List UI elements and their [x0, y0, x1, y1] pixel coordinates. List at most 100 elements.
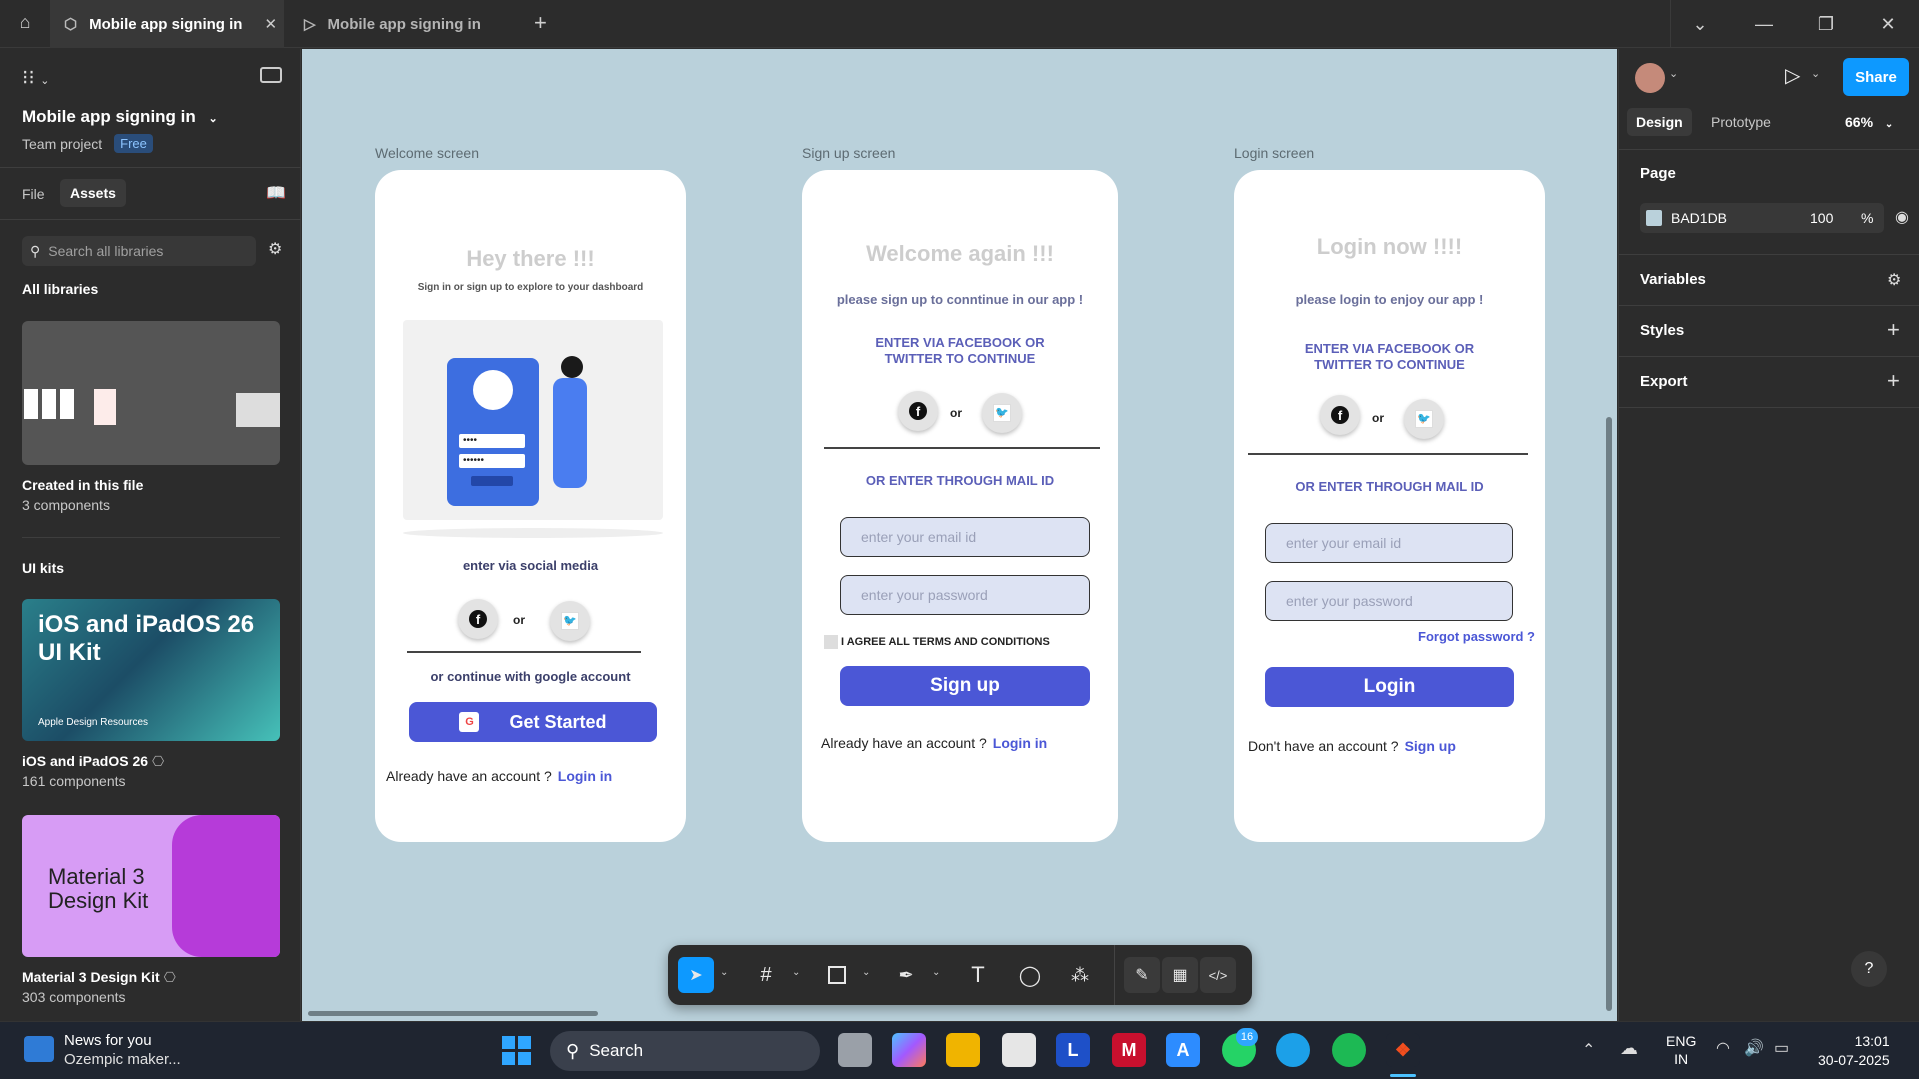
twitter-button[interactable]: 🐦: [982, 393, 1022, 433]
close-tab-icon[interactable]: ✕: [264, 15, 277, 33]
edge-icon[interactable]: [1276, 1033, 1310, 1067]
chevron-down-icon[interactable]: ⌄: [862, 967, 870, 978]
news-subtitle[interactable]: Ozempic maker...: [64, 1051, 181, 1068]
battery-icon[interactable]: ▭: [1774, 1038, 1789, 1058]
text-tool-icon[interactable]: T: [960, 957, 996, 993]
password-field[interactable]: enter your password: [1265, 581, 1513, 621]
signup-screen-frame[interactable]: Welcome again !!! please sign up to conn…: [802, 170, 1118, 842]
ios-kit-thumbnail[interactable]: iOS and iPadOS 26 UI Kit Apple Design Re…: [22, 599, 280, 741]
share-button[interactable]: Share: [1843, 58, 1909, 96]
close-icon[interactable]: ✕: [1876, 12, 1900, 36]
task-view-icon[interactable]: [838, 1033, 872, 1067]
chevron-down-icon[interactable]: ⌄: [932, 967, 940, 978]
dev-mode-icon[interactable]: </>: [1200, 957, 1236, 993]
tab-file[interactable]: File: [22, 186, 45, 202]
twitter-button[interactable]: 🐦: [550, 601, 590, 641]
password-field[interactable]: enter your password: [840, 575, 1090, 615]
terms-checkbox[interactable]: [824, 635, 838, 649]
frame-label-login[interactable]: Login screen: [1234, 145, 1314, 161]
file-title[interactable]: Mobile app signing in ⌄: [22, 107, 218, 127]
new-tab-icon[interactable]: +: [534, 10, 558, 38]
signup-link[interactable]: Sign up: [1405, 738, 1456, 754]
design-canvas[interactable]: Welcome screen Hey there !!! Sign in or …: [302, 49, 1617, 1021]
avatar[interactable]: [1635, 63, 1665, 93]
login-link[interactable]: Login in: [558, 768, 612, 784]
app-icon[interactable]: A: [1166, 1033, 1200, 1067]
page-color-hex[interactable]: BAD1DB: [1671, 210, 1727, 226]
spotify-icon[interactable]: [1332, 1033, 1366, 1067]
signup-button[interactable]: Sign up: [840, 666, 1090, 706]
help-button[interactable]: ?: [1851, 951, 1887, 987]
color-swatch[interactable]: [1646, 210, 1662, 226]
minimize-icon[interactable]: —: [1752, 12, 1776, 36]
frame-label-welcome[interactable]: Welcome screen: [375, 145, 479, 161]
actions-icon[interactable]: ⁂: [1062, 957, 1098, 993]
add-export-icon[interactable]: +: [1887, 368, 1900, 394]
rectangle-tool-icon[interactable]: [819, 957, 855, 993]
get-started-button[interactable]: G Get Started: [409, 702, 657, 742]
twitter-button[interactable]: 🐦: [1404, 399, 1444, 439]
frame-tool-icon[interactable]: #: [748, 957, 784, 993]
email-field[interactable]: enter your email id: [840, 517, 1090, 557]
zoom-level[interactable]: 66% ⌄: [1845, 114, 1893, 130]
news-title[interactable]: News for you: [64, 1032, 152, 1049]
design-mode-icon[interactable]: ▦: [1162, 957, 1198, 993]
taskbar-search[interactable]: ⚲ Search: [550, 1031, 820, 1071]
store-icon[interactable]: [1002, 1033, 1036, 1067]
login-screen-frame[interactable]: Login now !!!! please login to enjoy our…: [1234, 170, 1545, 842]
news-icon[interactable]: [24, 1036, 54, 1062]
file-explorer-icon[interactable]: [946, 1033, 980, 1067]
chevron-down-icon[interactable]: ⌄: [792, 967, 800, 978]
created-file-thumbnail[interactable]: [22, 321, 280, 465]
variables-heading[interactable]: Variables: [1640, 271, 1706, 288]
page-color-field[interactable]: BAD1DB 100 %: [1640, 203, 1884, 233]
vertical-scrollbar[interactable]: [1606, 417, 1612, 1011]
tab-prototype[interactable]: ▷ Mobile app signing in: [290, 0, 520, 48]
horizontal-scrollbar[interactable]: [308, 1011, 598, 1016]
chevron-down-icon[interactable]: ⌄: [1669, 67, 1678, 80]
tab-prototype[interactable]: Prototype: [1711, 114, 1771, 130]
present-play-icon[interactable]: ▷: [1785, 63, 1800, 88]
search-input[interactable]: ⚲ Search all libraries: [22, 236, 256, 266]
variables-settings-icon[interactable]: ⚙: [1887, 270, 1901, 290]
filter-icon[interactable]: ⚙: [268, 239, 282, 259]
restore-icon[interactable]: ❐: [1814, 12, 1838, 36]
chevron-down-icon[interactable]: ⌄: [1811, 67, 1820, 80]
comment-tool-icon[interactable]: ◯: [1012, 957, 1048, 993]
forgot-password-link[interactable]: Forgot password ?: [1418, 629, 1535, 644]
move-tool-icon[interactable]: ➤: [678, 957, 714, 993]
login-button[interactable]: Login: [1265, 667, 1514, 707]
facebook-button[interactable]: f: [898, 391, 938, 431]
facebook-button[interactable]: f: [1320, 395, 1360, 435]
chevron-down-icon[interactable]: ⌄: [1688, 12, 1712, 36]
figma-icon[interactable]: ❖: [1386, 1033, 1420, 1067]
onedrive-icon[interactable]: ☁: [1620, 1038, 1638, 1059]
tab-design[interactable]: Design: [1627, 108, 1692, 136]
draw-mode-icon[interactable]: ✎: [1124, 957, 1160, 993]
volume-icon[interactable]: 🔊: [1744, 1038, 1764, 1058]
wifi-icon[interactable]: ◠: [1716, 1038, 1730, 1058]
clock[interactable]: 13:01 30-07-2025: [1818, 1032, 1890, 1070]
tab-assets[interactable]: Assets: [60, 179, 126, 207]
chevron-up-icon[interactable]: ⌃: [1582, 1040, 1595, 1060]
opacity-value[interactable]: 100: [1810, 210, 1833, 226]
windows-start-icon[interactable]: [502, 1036, 532, 1066]
library-book-icon[interactable]: 📖: [266, 183, 286, 203]
add-style-icon[interactable]: +: [1887, 317, 1900, 343]
language-indicator[interactable]: ENG IN: [1666, 1032, 1696, 1068]
figma-menu-icon[interactable]: ⁝⁝ ⌄: [22, 65, 50, 90]
frame-label-signup[interactable]: Sign up screen: [802, 145, 895, 161]
eye-icon[interactable]: ◉: [1895, 207, 1909, 227]
mcafee-icon[interactable]: M: [1112, 1033, 1146, 1067]
l-app-icon[interactable]: L: [1056, 1033, 1090, 1067]
facebook-button[interactable]: f: [458, 599, 498, 639]
material-kit-thumbnail[interactable]: Material 3 Design Kit: [22, 815, 280, 957]
chevron-down-icon[interactable]: ⌄: [720, 967, 728, 978]
pen-tool-icon[interactable]: ✒: [888, 957, 924, 993]
tab-file-active[interactable]: ⬡ Mobile app signing in ✕: [50, 0, 284, 48]
copilot-icon[interactable]: [892, 1033, 926, 1067]
panel-toggle-icon[interactable]: [260, 67, 282, 83]
home-icon[interactable]: ⌂: [12, 12, 38, 36]
welcome-screen-frame[interactable]: Hey there !!! Sign in or sign up to expl…: [375, 170, 686, 842]
email-field[interactable]: enter your email id: [1265, 523, 1513, 563]
